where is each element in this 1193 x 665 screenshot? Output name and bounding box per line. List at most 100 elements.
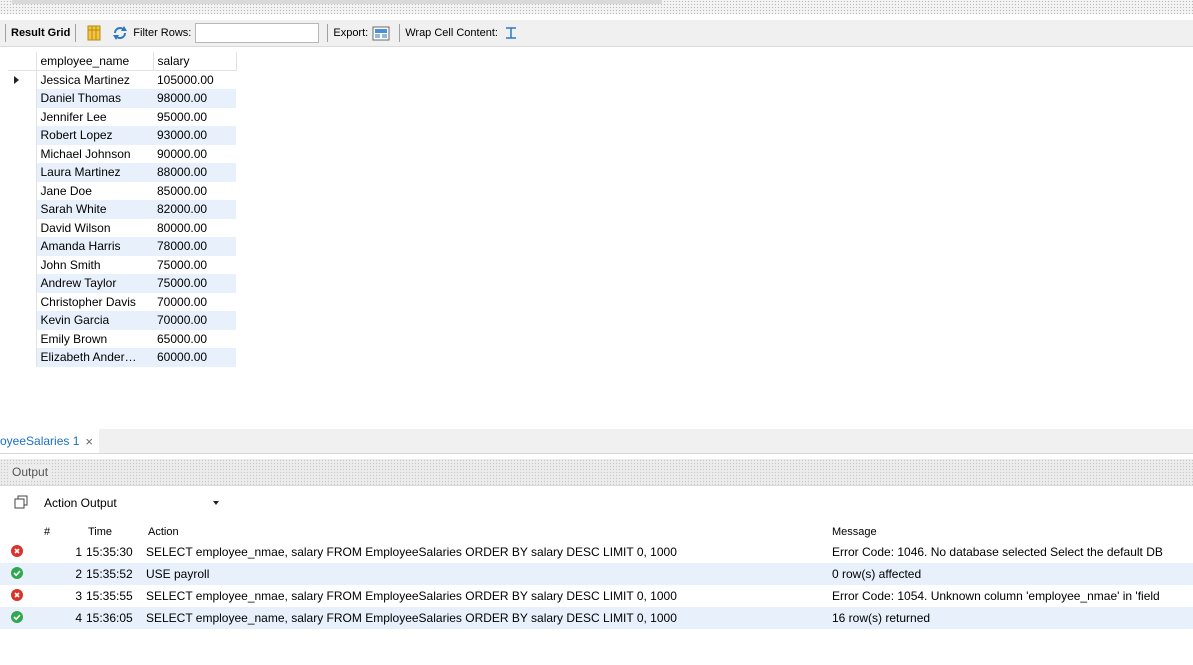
table-row[interactable]: John Smith 75000.00: [8, 255, 236, 274]
row-indicator[interactable]: [8, 292, 37, 311]
cell-employee-name[interactable]: Sarah White: [36, 200, 153, 219]
table-row[interactable]: Elizabeth Ander… 60000.00: [8, 348, 236, 367]
row-indicator[interactable]: [8, 237, 37, 256]
cell-employee-name[interactable]: Emily Brown: [36, 329, 153, 348]
output-row-num: 3: [75, 589, 82, 603]
cell-employee-name[interactable]: Amanda Harris: [36, 237, 153, 256]
chevron-down-icon: [213, 501, 219, 505]
cell-salary[interactable]: 65000.00: [153, 329, 236, 348]
horizontal-scrollbar[interactable]: [12, 0, 662, 4]
filter-rows-input[interactable]: [195, 23, 320, 43]
toolbar-separator: [327, 24, 329, 42]
cell-employee-name[interactable]: Andrew Taylor: [36, 274, 153, 293]
row-indicator[interactable]: [8, 329, 37, 348]
cell-employee-name[interactable]: Jessica Martinez: [36, 70, 153, 89]
row-indicator[interactable]: [8, 89, 37, 108]
table-row[interactable]: Daniel Thomas 98000.00: [8, 89, 236, 108]
row-indicator[interactable]: [8, 70, 37, 89]
cell-salary[interactable]: 70000.00: [153, 311, 236, 330]
refresh-icon[interactable]: [111, 25, 129, 41]
cell-employee-name[interactable]: John Smith: [36, 255, 153, 274]
column-header-action: Action: [148, 526, 179, 538]
table-row[interactable]: Amanda Harris 78000.00: [8, 237, 236, 256]
tab-result[interactable]: oyeeSalaries 1 ×: [0, 429, 99, 453]
row-indicator[interactable]: [8, 274, 37, 293]
cell-salary[interactable]: 82000.00: [153, 200, 236, 219]
cell-salary[interactable]: 88000.00: [153, 163, 236, 182]
cell-employee-name[interactable]: Robert Lopez: [36, 126, 153, 145]
copy-icon[interactable]: [14, 495, 28, 512]
row-indicator[interactable]: [8, 200, 37, 219]
table-row[interactable]: Jennifer Lee 95000.00: [8, 107, 236, 126]
output-row-message: Error Code: 1054. Unknown column 'employ…: [832, 589, 1160, 603]
output-row[interactable]: 4 15:36:05 SELECT employee_name, salary …: [0, 607, 1193, 629]
output-row[interactable]: 3 15:35:55 SELECT employee_nmae, salary …: [0, 585, 1193, 607]
table-row[interactable]: Jane Doe 85000.00: [8, 181, 236, 200]
cell-employee-name[interactable]: Jane Doe: [36, 181, 153, 200]
cell-salary[interactable]: 93000.00: [153, 126, 236, 145]
table-row[interactable]: David Wilson 80000.00: [8, 218, 236, 237]
row-indicator[interactable]: [8, 163, 37, 182]
cell-employee-name[interactable]: Elizabeth Ander…: [36, 348, 153, 367]
cell-salary[interactable]: 85000.00: [153, 181, 236, 200]
column-header-salary[interactable]: salary: [153, 52, 237, 71]
toolbar-separator: [5, 24, 6, 42]
row-indicator[interactable]: [8, 181, 37, 200]
column-header-message: Message: [832, 526, 877, 538]
cell-salary[interactable]: 90000.00: [153, 144, 236, 163]
output-row-action: USE payroll: [146, 567, 210, 581]
output-row-action: SELECT employee_nmae, salary FROM Employ…: [146, 545, 677, 559]
cell-salary[interactable]: 78000.00: [153, 237, 236, 256]
output-type-select[interactable]: Action Output: [40, 493, 227, 513]
row-indicator[interactable]: [8, 348, 37, 367]
table-row[interactable]: Laura Martinez 88000.00: [8, 163, 236, 182]
output-row-time: 15:35:55: [86, 589, 133, 603]
cell-salary[interactable]: 80000.00: [153, 218, 236, 237]
grid-layout-icon[interactable]: [85, 25, 103, 41]
close-icon[interactable]: ×: [85, 434, 93, 449]
output-row-message: 0 row(s) affected: [832, 567, 922, 581]
output-row[interactable]: 1 15:35:30 SELECT employee_nmae, salary …: [0, 541, 1193, 563]
cell-salary[interactable]: 60000.00: [153, 348, 236, 367]
row-indicator[interactable]: [8, 126, 37, 145]
output-toolbar: Action Output: [0, 486, 1193, 520]
cell-salary[interactable]: 75000.00: [153, 255, 236, 274]
toolbar-separator: [75, 24, 77, 42]
cell-salary[interactable]: 75000.00: [153, 274, 236, 293]
cell-salary[interactable]: 105000.00: [153, 70, 236, 89]
output-row-action: SELECT employee_name, salary FROM Employ…: [146, 611, 677, 625]
table-row[interactable]: Sarah White 82000.00: [8, 200, 236, 219]
table-row[interactable]: Jessica Martinez 105000.00: [8, 70, 236, 89]
cell-employee-name[interactable]: Laura Martinez: [36, 163, 153, 182]
table-row[interactable]: Christopher Davis 70000.00: [8, 292, 236, 311]
result-grid-label[interactable]: Result Grid: [11, 27, 70, 39]
cell-salary[interactable]: 95000.00: [153, 107, 236, 126]
cell-employee-name[interactable]: Christopher Davis: [36, 292, 153, 311]
cell-employee-name[interactable]: Daniel Thomas: [36, 89, 153, 108]
success-check-icon: [11, 611, 23, 623]
output-panel-header: Output: [0, 459, 1193, 486]
output-panel-title: Output: [10, 465, 51, 479]
row-indicator[interactable]: [8, 144, 37, 163]
cell-employee-name[interactable]: Jennifer Lee: [36, 107, 153, 126]
cell-employee-name[interactable]: Kevin Garcia: [36, 311, 153, 330]
table-row[interactable]: Robert Lopez 93000.00: [8, 126, 236, 145]
export-icon[interactable]: [372, 25, 390, 41]
output-row[interactable]: 2 15:35:52 USE payroll 0 row(s) affected: [0, 563, 1193, 585]
table-row[interactable]: Kevin Garcia 70000.00: [8, 311, 236, 330]
column-header-employee-name[interactable]: employee_name: [36, 52, 154, 71]
cell-employee-name[interactable]: Michael Johnson: [36, 144, 153, 163]
row-indicator[interactable]: [8, 255, 37, 274]
cell-employee-name[interactable]: David Wilson: [36, 218, 153, 237]
row-indicator[interactable]: [8, 311, 37, 330]
row-indicator[interactable]: [8, 107, 37, 126]
table-row[interactable]: Emily Brown 65000.00: [8, 329, 236, 348]
wrap-text-icon[interactable]: [502, 25, 520, 41]
cell-salary[interactable]: 98000.00: [153, 89, 236, 108]
table-row[interactable]: Andrew Taylor 75000.00: [8, 274, 236, 293]
row-indicator[interactable]: [8, 218, 37, 237]
cell-salary[interactable]: 70000.00: [153, 292, 236, 311]
table-row[interactable]: Michael Johnson 90000.00: [8, 144, 236, 163]
result-tab-strip: oyeeSalaries 1 ×: [0, 429, 1193, 454]
grid-header-row: employee_name salary: [8, 52, 237, 71]
